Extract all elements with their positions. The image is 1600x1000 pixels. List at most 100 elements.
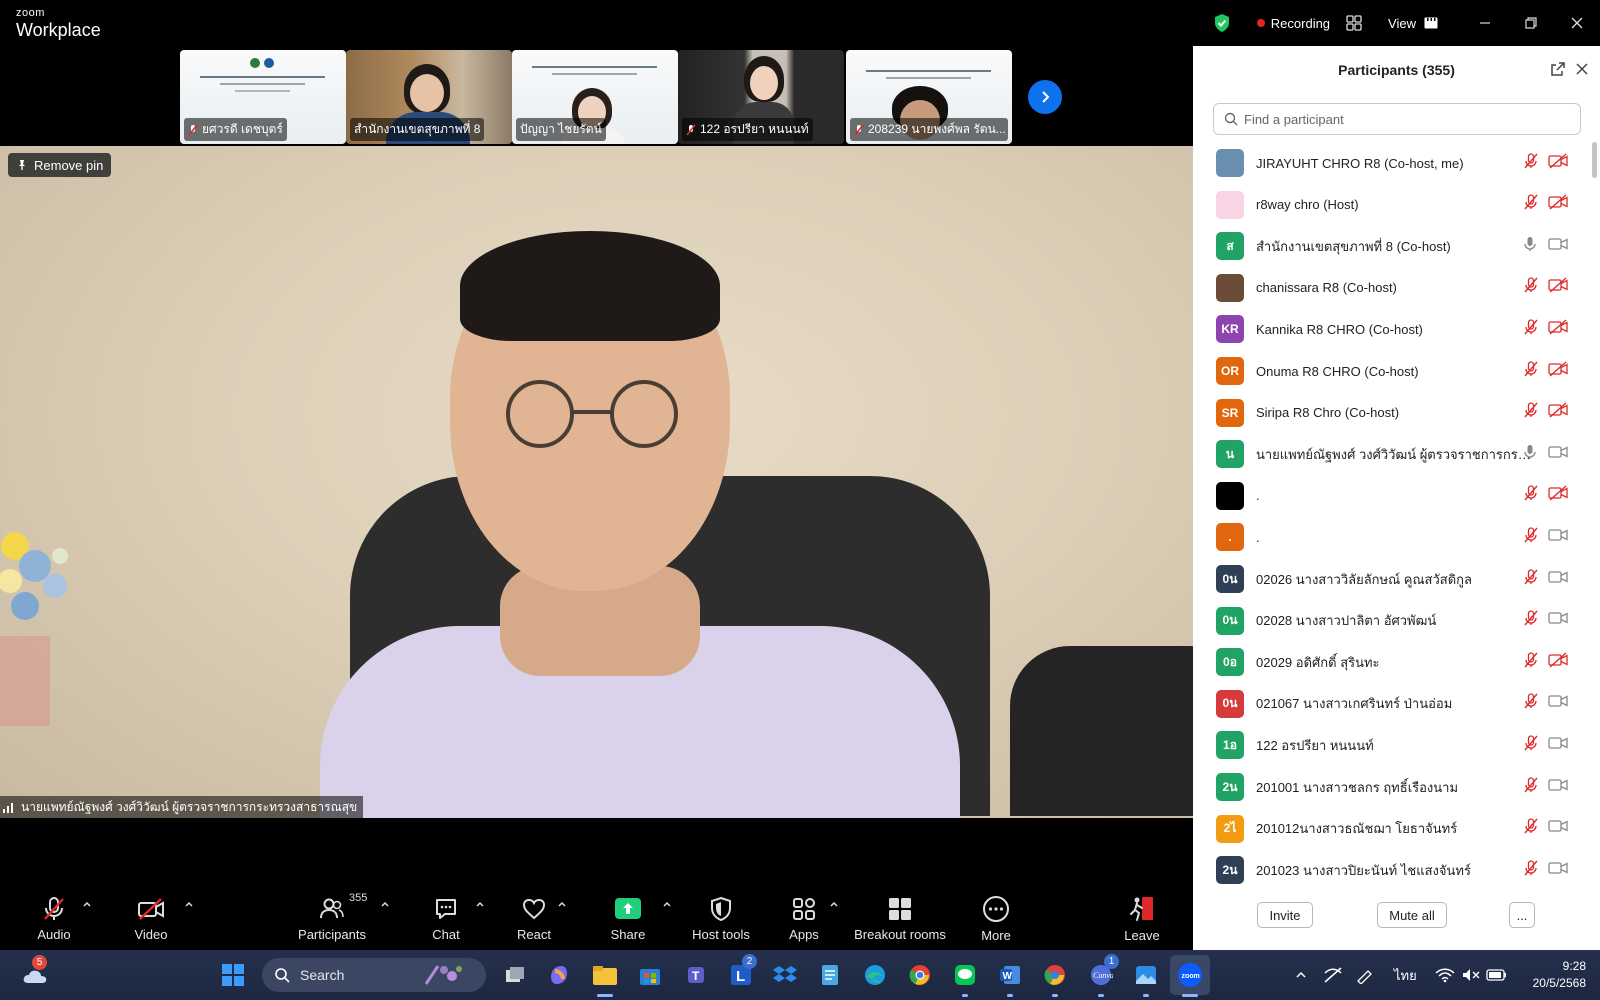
camera-icon[interactable] <box>1548 528 1568 547</box>
muted-mic-icon[interactable] <box>1523 860 1539 881</box>
participant-row[interactable]: 0น 02028 นางสาวปาลิตา อัศวพัฒน์ <box>1193 600 1593 642</box>
chrome-profile-icon[interactable] <box>1040 960 1070 990</box>
apps-button[interactable]: Apps <box>784 888 824 950</box>
more-button[interactable]: More <box>976 888 1016 950</box>
video-tile[interactable]: 122 อรปรียา หนนนท์ <box>678 50 844 144</box>
camera-off-icon[interactable] <box>1548 402 1568 423</box>
muted-mic-icon[interactable] <box>1523 152 1539 174</box>
chat-button[interactable]: Chat <box>425 888 467 950</box>
share-button[interactable]: Share <box>607 888 649 950</box>
audio-caret-icon[interactable] <box>81 898 93 910</box>
camera-icon[interactable] <box>1548 445 1568 464</box>
copilot-icon[interactable] <box>544 960 574 990</box>
participant-row[interactable]: JIRAYUHT CHRO R8 (Co-host, me) <box>1193 142 1593 184</box>
line-app-icon[interactable] <box>950 960 980 990</box>
participant-row[interactable]: . <box>1193 475 1593 517</box>
mic-icon[interactable] <box>1523 236 1537 257</box>
main-speaker-video[interactable]: Remove pin นายแพทย์ณัฐพงศ์ วงศ์วิวัฒน์ ผ… <box>0 146 1193 818</box>
edge-browser-icon[interactable] <box>860 960 890 990</box>
participant-row[interactable]: 0น 02026 นางสาววิลัยลักษณ์ คูณสวัสดิกูล <box>1193 558 1593 600</box>
participants-caret-icon[interactable] <box>379 898 391 910</box>
chat-caret-icon[interactable] <box>474 898 486 910</box>
camera-icon[interactable] <box>1548 736 1568 755</box>
muted-mic-icon[interactable] <box>1523 485 1539 506</box>
mute-all-button[interactable]: Mute all <box>1377 902 1447 928</box>
more-options-button[interactable]: ... <box>1509 902 1535 928</box>
remove-pin-button[interactable]: Remove pin <box>8 153 112 177</box>
muted-mic-icon[interactable] <box>1523 693 1539 714</box>
close-window-button[interactable] <box>1554 0 1600 46</box>
photos-icon[interactable] <box>1131 960 1161 990</box>
participant-row[interactable]: 0น 021067 นางสาวเกศรินทร์ ป่านอ่อม <box>1193 683 1593 725</box>
camera-icon[interactable] <box>1548 819 1568 838</box>
video-button[interactable]: Video <box>133 888 169 950</box>
battery-icon[interactable] <box>1482 960 1512 990</box>
participants-scrollbar[interactable] <box>1592 142 1597 178</box>
camera-off-icon[interactable] <box>1548 485 1568 506</box>
camera-icon[interactable] <box>1548 694 1568 713</box>
muted-mic-icon[interactable] <box>1523 652 1539 673</box>
chrome-icon[interactable] <box>905 960 935 990</box>
encryption-shield-icon[interactable] <box>1213 13 1231 33</box>
muted-mic-icon[interactable] <box>1523 194 1539 215</box>
react-caret-icon[interactable] <box>556 898 568 910</box>
camera-off-icon[interactable] <box>1548 194 1568 215</box>
notepad-icon[interactable] <box>815 960 845 990</box>
video-tile[interactable]: ยศวรดี เดชบุตร์ <box>180 50 346 144</box>
invite-button[interactable]: Invite <box>1257 902 1313 928</box>
audio-button[interactable]: Audio <box>36 888 72 950</box>
share-caret-icon[interactable] <box>661 898 673 910</box>
muted-mic-icon[interactable] <box>1523 402 1539 423</box>
participant-row[interactable]: 2น 201001 นางสาวชลกร ฤทธิ์เรืองนาม <box>1193 766 1593 808</box>
participant-search-input[interactable]: Find a participant <box>1213 103 1581 135</box>
participant-row[interactable]: SR Siripa R8 Chro (Co-host) <box>1193 392 1593 434</box>
taskbar-search[interactable]: Search <box>262 958 486 992</box>
camera-off-icon[interactable] <box>1548 360 1568 382</box>
close-panel-icon[interactable] <box>1574 61 1590 77</box>
show-hidden-icons[interactable] <box>1286 960 1316 990</box>
camera-icon[interactable] <box>1548 570 1568 589</box>
participant-row[interactable]: ส สำนักงานเขตสุขภาพที่ 8 (Co-host) <box>1193 225 1593 267</box>
camera-off-icon[interactable] <box>1548 277 1568 298</box>
muted-mic-icon[interactable] <box>1523 776 1539 798</box>
muted-mic-icon[interactable] <box>1523 610 1539 631</box>
muted-mic-icon[interactable] <box>1523 527 1539 548</box>
participant-row[interactable]: 0อ 02029 อดิศักดิ์ สุรินทะ <box>1193 641 1593 683</box>
participant-row[interactable]: 1อ 122 อรปรียา หนนนท์ <box>1193 724 1593 766</box>
task-view-icon[interactable] <box>500 960 530 990</box>
participant-row[interactable]: .. <box>1193 516 1593 558</box>
input-language[interactable]: ไทย <box>1394 965 1417 986</box>
view-menu-button[interactable]: View <box>1388 16 1438 31</box>
participant-row[interactable]: น นายแพทย์ณัฐพงศ์ วงศ์วิวัฒน์ ผู้ตรวจราชก… <box>1193 433 1593 475</box>
pen-icon[interactable] <box>1350 960 1380 990</box>
teams-icon[interactable]: T <box>680 960 710 990</box>
camera-icon[interactable] <box>1548 237 1568 256</box>
participant-row[interactable]: KR Kannika R8 CHRO (Co-host) <box>1193 308 1593 350</box>
video-tile[interactable]: สำนักงานเขตสุขภาพที่ 8 <box>346 50 512 144</box>
camera-icon[interactable] <box>1548 611 1568 630</box>
video-tile[interactable]: 208239 นายพงศ์พล รัตน... <box>846 50 1012 144</box>
camera-icon[interactable] <box>1548 861 1568 880</box>
gallery-grid-icon[interactable] <box>1346 15 1362 31</box>
participant-row[interactable]: chanissara R8 (Co-host) <box>1193 267 1593 309</box>
minimize-button[interactable] <box>1462 0 1508 46</box>
react-button[interactable]: React <box>514 888 554 950</box>
breakout-rooms-button[interactable]: Breakout rooms <box>852 888 948 950</box>
microsoft-store-icon[interactable] <box>635 960 665 990</box>
muted-mic-icon[interactable] <box>1523 735 1539 756</box>
participant-row[interactable]: 2น 201023 นางสาวปิยะนันท์ ไชแสงจันทร์ <box>1193 849 1593 891</box>
camera-off-icon[interactable] <box>1548 652 1568 673</box>
leave-button[interactable]: Leave <box>1122 888 1162 950</box>
participant-row[interactable]: r8way chro (Host) <box>1193 184 1593 226</box>
word-icon[interactable]: W <box>995 960 1025 990</box>
camera-off-icon[interactable] <box>1548 152 1568 174</box>
muted-mic-icon[interactable] <box>1523 818 1539 839</box>
start-button[interactable] <box>218 960 248 990</box>
next-page-button[interactable] <box>1028 80 1062 114</box>
camera-off-icon[interactable] <box>1548 319 1568 340</box>
muted-mic-icon[interactable] <box>1523 568 1539 590</box>
mic-icon[interactable] <box>1523 444 1537 465</box>
video-caret-icon[interactable] <box>183 898 195 910</box>
network-off-icon[interactable] <box>1318 960 1348 990</box>
recording-indicator[interactable]: Recording <box>1256 16 1330 31</box>
